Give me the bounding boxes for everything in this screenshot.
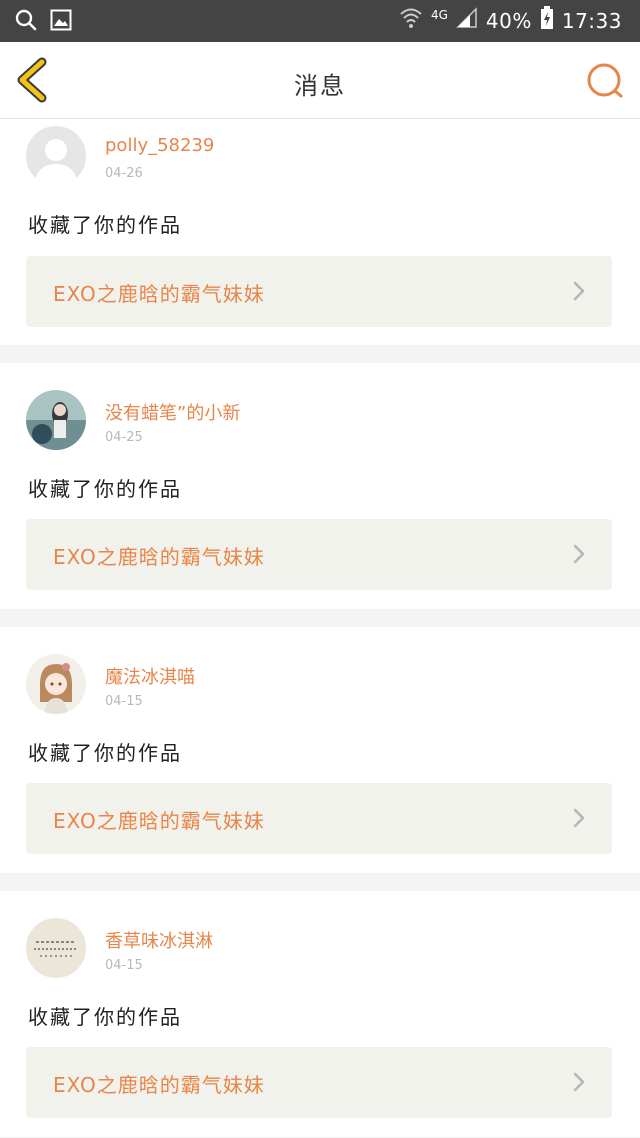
avatar[interactable] [26, 654, 86, 714]
search-button[interactable] [584, 60, 628, 104]
work-link[interactable]: EXO之鹿晗的霸气妹妹 [26, 1047, 612, 1118]
screen: 4G 40% 17:33 消息 polly_58239 04-26 收藏了你的作… [0, 0, 640, 1138]
message-card: 没有蜡笔”的小新 04-25 收藏了你的作品 EXO之鹿晗的霸气妹妹 [0, 363, 640, 609]
card-divider [0, 873, 640, 891]
work-link[interactable]: EXO之鹿晗的霸气妹妹 [26, 256, 612, 327]
work-title: EXO之鹿晗的霸气妹妹 [53, 282, 265, 306]
chevron-right-icon [573, 544, 585, 564]
clock: 17:33 [561, 8, 622, 33]
message-date: 04-15 [105, 694, 143, 709]
status-left [14, 8, 72, 36]
message-list: polly_58239 04-26 收藏了你的作品 EXO之鹿晗的霸气妹妹 没有… [0, 119, 640, 1138]
search-icon [14, 8, 38, 36]
avatar[interactable] [26, 918, 86, 978]
search-icon [584, 63, 628, 108]
gallery-icon [50, 9, 72, 35]
page-title: 消息 [294, 72, 346, 100]
message-date: 04-15 [105, 958, 143, 973]
card-divider [0, 609, 640, 627]
app-header: 消息 [0, 42, 640, 119]
avatar[interactable] [26, 390, 86, 450]
chevron-right-icon [573, 1072, 585, 1092]
username[interactable]: 香草味冰淇淋 [105, 927, 213, 953]
chevron-right-icon [573, 281, 585, 301]
anime-avatar-icon [26, 654, 86, 714]
work-link[interactable]: EXO之鹿晗的霸气妹妹 [26, 519, 612, 590]
text-avatar-icon [26, 918, 86, 978]
message-card: 魔法冰淇喵 04-15 收藏了你的作品 EXO之鹿晗的霸气妹妹 [0, 627, 640, 873]
work-title: EXO之鹿晗的霸气妹妹 [53, 1073, 265, 1097]
battery-percent: 40% [485, 8, 532, 33]
username[interactable]: polly_58239 [105, 135, 214, 156]
username[interactable]: 没有蜡笔”的小新 [105, 399, 240, 425]
status-bar: 4G 40% 17:33 [0, 0, 640, 42]
wifi-icon [399, 6, 423, 35]
work-link[interactable]: EXO之鹿晗的霸气妹妹 [26, 783, 612, 854]
photo-avatar-icon [26, 390, 86, 450]
card-divider [0, 345, 640, 363]
username[interactable]: 魔法冰淇喵 [105, 663, 195, 689]
message-date: 04-26 [105, 166, 143, 181]
signal-icon [456, 7, 478, 34]
message-card: polly_58239 04-26 收藏了你的作品 EXO之鹿晗的霸气妹妹 [0, 119, 640, 345]
action-text: 收藏了你的作品 [28, 213, 182, 237]
message-date: 04-25 [105, 430, 143, 445]
action-text: 收藏了你的作品 [28, 741, 182, 765]
work-title: EXO之鹿晗的霸气妹妹 [53, 545, 265, 569]
work-title: EXO之鹿晗的霸气妹妹 [53, 809, 265, 833]
avatar[interactable] [26, 126, 86, 186]
status-right: 4G 40% 17:33 [399, 6, 622, 35]
battery-charging-icon [540, 6, 554, 35]
action-text: 收藏了你的作品 [28, 1005, 182, 1029]
action-text: 收藏了你的作品 [28, 477, 182, 501]
chevron-right-icon [573, 808, 585, 828]
default-avatar-icon [26, 126, 86, 186]
network-type: 4G [430, 7, 448, 22]
message-card: 香草味冰淇淋 04-15 收藏了你的作品 EXO之鹿晗的霸气妹妹 [0, 891, 640, 1137]
